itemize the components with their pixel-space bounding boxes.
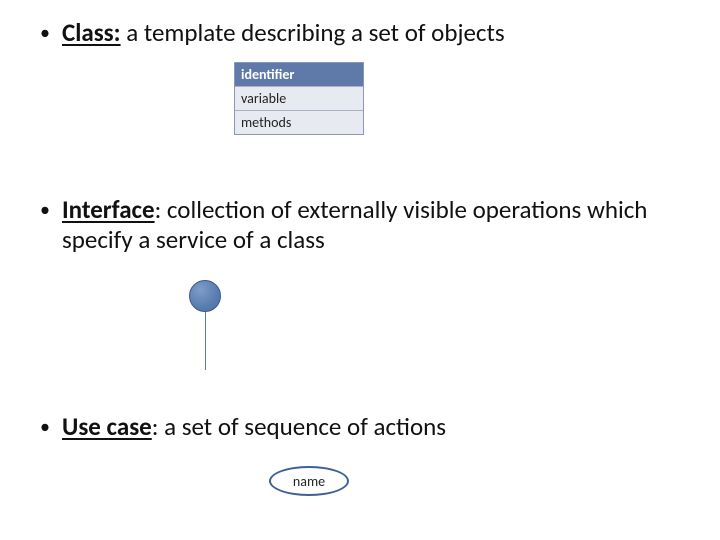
bullet-dot: • <box>40 195 50 225</box>
bullet-text: Class: a template describing a set of ob… <box>62 18 690 48</box>
desc-class: a template describing a set of objects <box>121 17 505 48</box>
uml-row-variable: variable <box>235 86 363 110</box>
bullet-usecase: • Use case: a set of sequence of actions <box>40 412 690 442</box>
bullet-text: Use case: a set of sequence of actions <box>62 412 690 442</box>
slide: • Class: a template describing a set of … <box>0 0 720 540</box>
uml-row-methods: methods <box>235 110 363 134</box>
uml-class-box: identifier variable methods <box>234 62 364 135</box>
lollipop-stem <box>205 312 206 370</box>
usecase-label: name <box>293 473 325 490</box>
interface-lollipop <box>185 280 225 375</box>
bullet-dot: • <box>40 18 50 48</box>
circle-icon <box>189 280 221 312</box>
bullet-interface: • Interface: collection of externally vi… <box>40 195 690 254</box>
term-interface: Interface <box>62 194 155 225</box>
usecase-ellipse: name <box>269 466 349 496</box>
term-class: Class: <box>62 17 121 48</box>
bullet-dot: • <box>40 412 50 442</box>
desc-usecase: : a set of sequence of actions <box>152 411 446 442</box>
uml-head: identifier <box>235 63 363 86</box>
term-usecase: Use case <box>62 411 152 442</box>
bullet-text: Interface: collection of externally visi… <box>62 195 690 254</box>
bullet-class: • Class: a template describing a set of … <box>40 18 690 48</box>
